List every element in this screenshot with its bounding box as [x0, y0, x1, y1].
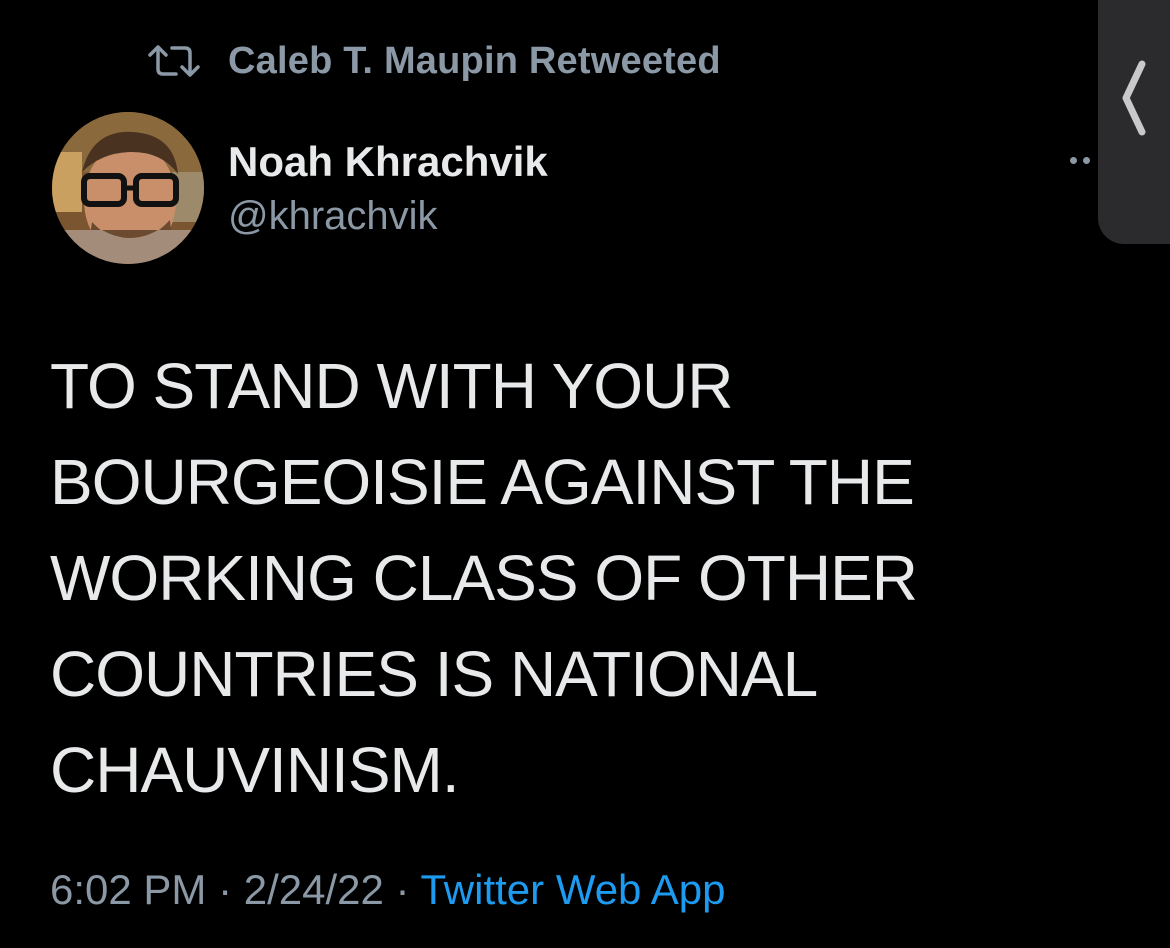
meta-separator: ·: [383, 866, 421, 913]
retweet-context[interactable]: Caleb T. Maupin Retweeted: [146, 36, 721, 86]
tweet-date[interactable]: 2/24/22: [244, 866, 384, 913]
retweet-icon: [146, 43, 202, 79]
tweet-text-line: TO STAND WITH YOUR: [50, 350, 733, 422]
tweet-text-line: COUNTRIES IS NATIONAL: [50, 638, 818, 710]
tweet-text-line: WORKING CLASS OF OTHER: [50, 542, 918, 614]
tweet-text: TO STAND WITH YOUR BOURGEOISIE AGAINST T…: [50, 338, 1070, 818]
retweet-label: Caleb T. Maupin Retweeted: [228, 39, 721, 82]
tweet-text-line: BOURGEOISIE AGAINST THE: [50, 446, 915, 518]
more-options-dot: [1070, 156, 1077, 164]
chevron-left-icon: [1122, 60, 1146, 136]
more-options-dot: [1083, 156, 1090, 164]
author-handle[interactable]: @khrachvik: [228, 194, 438, 239]
tweet-source-link[interactable]: Twitter Web App: [420, 866, 725, 913]
avatar[interactable]: [52, 112, 204, 264]
tweet-time[interactable]: 6:02 PM: [50, 866, 206, 913]
meta-separator: ·: [206, 866, 244, 913]
tweet-meta: 6:02 PM · 2/24/22 · Twitter Web App: [50, 866, 726, 914]
tweet-text-line: CHAUVINISM.: [50, 734, 460, 806]
side-panel-handle[interactable]: [1098, 0, 1170, 244]
author-display-name[interactable]: Noah Khrachvik: [228, 138, 548, 186]
avatar-photo: [52, 112, 204, 264]
